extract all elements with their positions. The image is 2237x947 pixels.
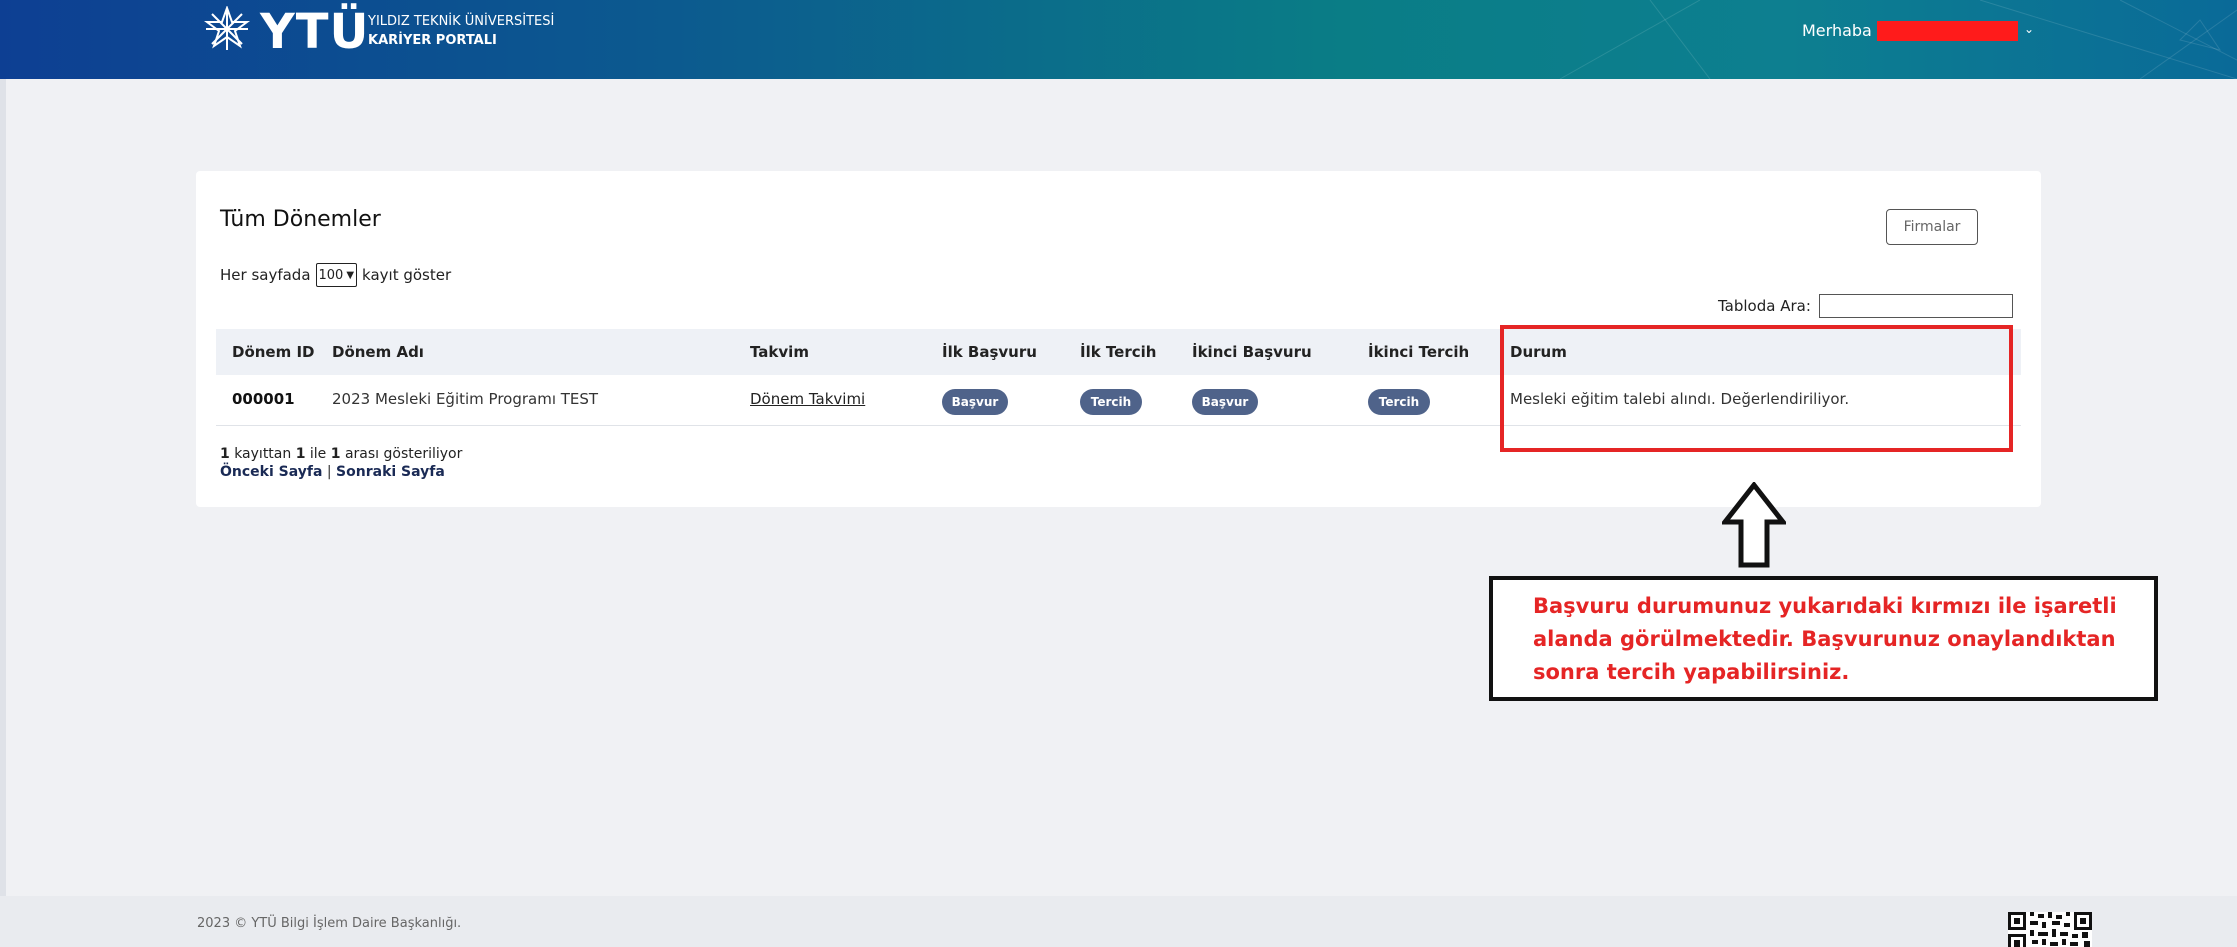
info-text-1: kayıttan <box>229 446 296 462</box>
period-name-cell: 2023 Mesleki Eğitim Programı TEST <box>332 390 599 408</box>
top-header: YTÜ YILDIZ TEKNİK ÜNİVERSİTESİ KARİYER P… <box>0 0 2237 79</box>
redacted-username[interactable] <box>1877 21 2018 41</box>
column-header-second-application[interactable]: İkinci Başvuru <box>1192 343 1312 361</box>
status-highlight-box <box>1500 325 2013 452</box>
search-label: Tabloda Ara: <box>1718 297 1811 315</box>
logo-text[interactable]: YTÜ <box>260 4 369 60</box>
page-length-select[interactable]: 100 ▼ <box>315 263 358 287</box>
pager-separator: | <box>322 464 337 480</box>
column-header-period-name[interactable]: Dönem Adı <box>332 343 424 361</box>
annotation-note: Başvuru durumunuz yukarıdaki kırmızı ile… <box>1489 576 2158 701</box>
column-header-first-application[interactable]: İlk Başvuru <box>942 343 1037 361</box>
page-length-control: Her sayfada 100 ▼ kayıt göster <box>220 263 451 287</box>
period-id-cell: 000001 <box>232 390 295 408</box>
first-preference-button[interactable]: Tercih <box>1080 389 1142 415</box>
pagination: Önceki Sayfa | Sonraki Sayfa <box>220 464 445 480</box>
footer: 2023 © YTÜ Bilgi İşlem Daire Başkanlığı. <box>0 896 2237 947</box>
chevron-down-icon: ▼ <box>346 269 355 281</box>
page-length-prefix: Her sayfada <box>220 266 311 284</box>
firmalar-button[interactable]: Firmalar <box>1886 209 1978 245</box>
info-count-1: 1 <box>220 446 230 462</box>
chevron-down-icon[interactable]: ⌄ <box>2024 22 2034 36</box>
university-line-1: YILDIZ TEKNİK ÜNİVERSİTESİ <box>368 14 555 29</box>
info-text-2: ile <box>305 446 331 462</box>
second-apply-button[interactable]: Başvur <box>1192 389 1258 415</box>
annotation-note-text: Başvuru durumunuz yukarıdaki kırmızı ile… <box>1533 594 2117 684</box>
up-arrow-icon <box>1722 482 1786 568</box>
table-search: Tabloda Ara: <box>1718 294 2013 318</box>
next-page-link[interactable]: Sonraki Sayfa <box>336 464 445 480</box>
university-line-2: KARİYER PORTALI <box>368 33 497 48</box>
column-header-second-preference[interactable]: İkinci Tercih <box>1368 343 1469 361</box>
period-calendar-link[interactable]: Dönem Takvimi <box>750 390 865 408</box>
page-edge <box>0 79 6 947</box>
first-apply-button[interactable]: Başvur <box>942 389 1008 415</box>
page-title: Tüm Dönemler <box>220 207 381 232</box>
column-header-first-preference[interactable]: İlk Tercih <box>1080 343 1156 361</box>
qr-code-icon <box>2008 912 2092 947</box>
page-length-value: 100 <box>318 267 344 283</box>
info-text-3: arası gösteriliyor <box>340 446 463 462</box>
university-name: YILDIZ TEKNİK ÜNİVERSİTESİ KARİYER PORTA… <box>368 12 554 50</box>
previous-page-link[interactable]: Önceki Sayfa <box>220 464 322 480</box>
ytu-star-logo-icon <box>204 6 250 50</box>
search-input[interactable] <box>1818 294 2013 318</box>
second-preference-button[interactable]: Tercih <box>1368 389 1430 415</box>
greeting-text: Merhaba <box>1802 21 1872 40</box>
column-header-calendar[interactable]: Takvim <box>750 343 809 361</box>
page-length-suffix: kayıt göster <box>362 266 452 284</box>
table-info: 1 kayıttan 1 ile 1 arası gösteriliyor <box>220 446 462 462</box>
column-header-period-id[interactable]: Dönem ID <box>232 343 315 361</box>
info-count-3: 1 <box>330 446 341 462</box>
info-count-2: 1 <box>295 446 306 462</box>
footer-copyright: 2023 © YTÜ Bilgi İşlem Daire Başkanlığı. <box>197 916 462 931</box>
